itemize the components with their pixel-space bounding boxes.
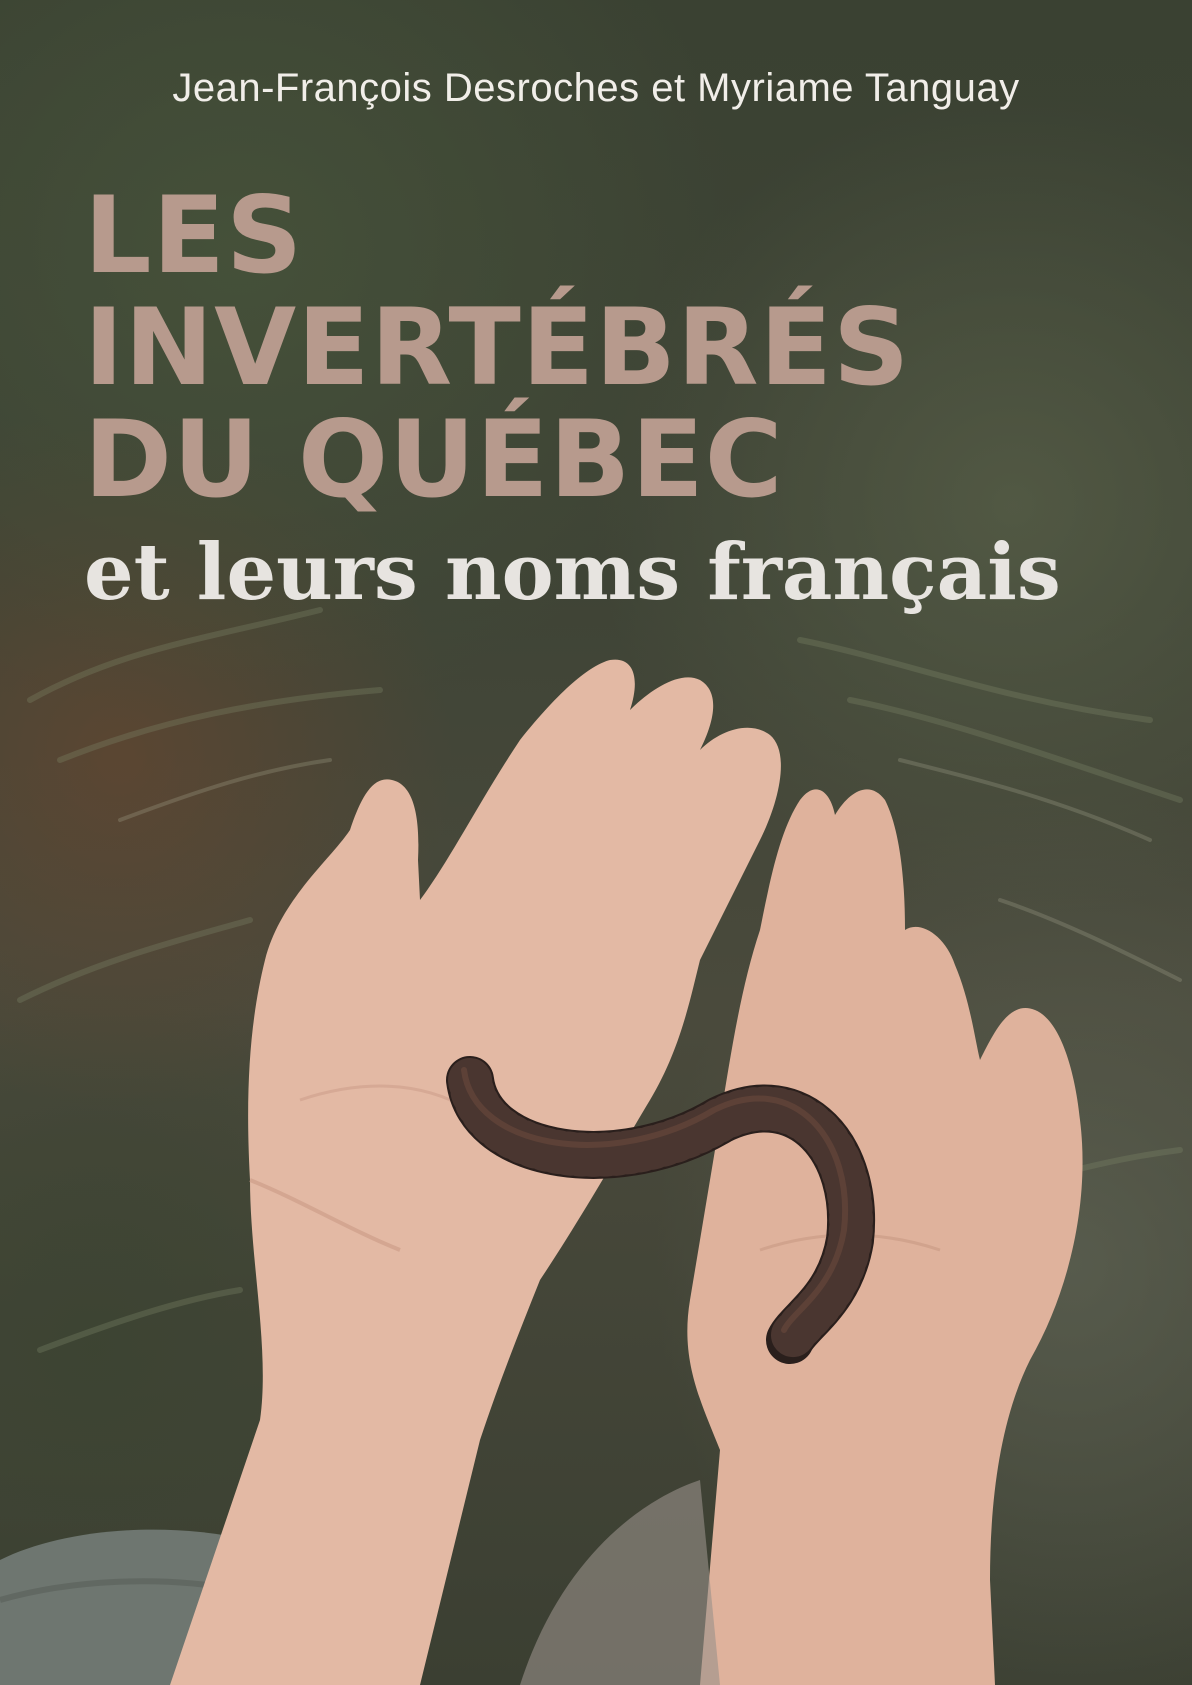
title-line-2: INVERTÉBRÉS — [84, 286, 911, 409]
title-line-3: DU QUÉBEC — [84, 398, 784, 521]
book-cover: Jean-François Desroches et Myriame Tangu… — [0, 0, 1192, 1685]
title-line-1: LES — [84, 174, 304, 297]
book-title: LES INVERTÉBRÉS DU QUÉBEC — [84, 180, 1164, 516]
knee — [520, 1480, 720, 1685]
authors-line: Jean-François Desroches et Myriame Tangu… — [172, 66, 1020, 110]
book-subtitle: et leurs noms français — [84, 527, 1061, 618]
